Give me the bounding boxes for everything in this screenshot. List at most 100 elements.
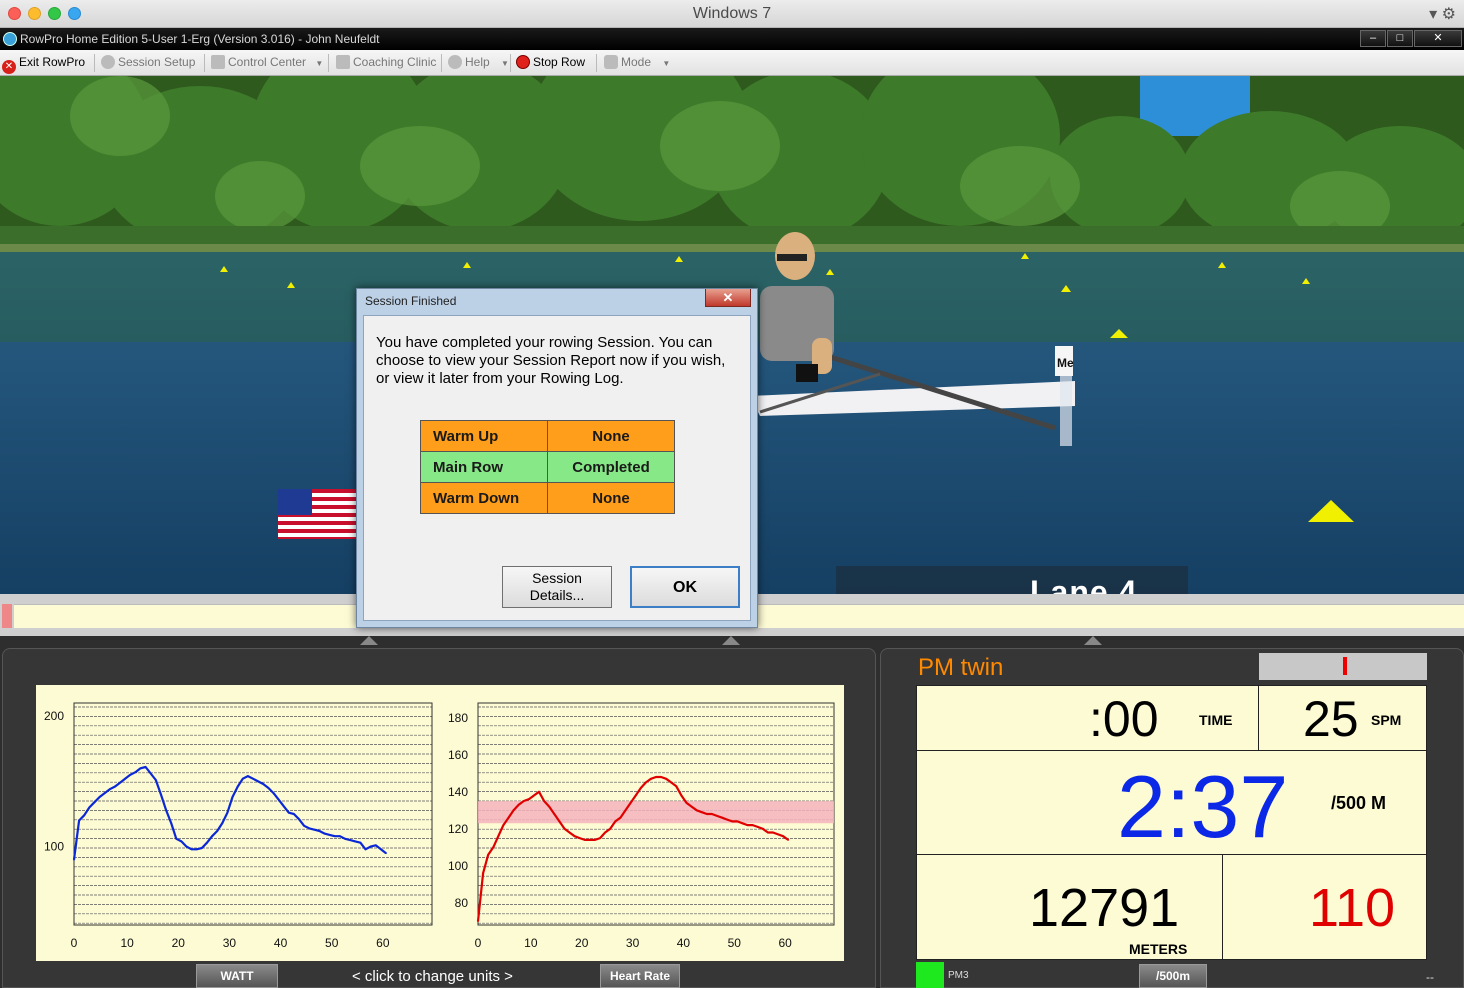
data-point bbox=[558, 820, 561, 823]
data-point bbox=[185, 845, 188, 848]
data-point bbox=[680, 794, 683, 797]
data-point bbox=[277, 798, 280, 801]
meters-cell: 12791 METERS bbox=[916, 854, 1223, 960]
data-point bbox=[124, 777, 127, 780]
mode-icon bbox=[604, 55, 618, 69]
x-tick-label: 60 bbox=[778, 936, 792, 950]
session-finished-dialog: Session Finished ✕ You have completed yo… bbox=[356, 288, 758, 628]
heart-rate-value: 110 bbox=[1309, 878, 1396, 938]
app-restore-button[interactable]: □ bbox=[1387, 30, 1413, 47]
performance-charts[interactable]: 100 200 0 10 20 30 40 50 60 80 100 120 140 160 180 0 10 2… bbox=[36, 685, 842, 961]
data-point bbox=[533, 794, 535, 797]
exit-rowpro-button[interactable]: ✕ Exit RowPro bbox=[2, 55, 85, 74]
spm-value: 25 bbox=[1303, 691, 1359, 747]
data-point bbox=[787, 839, 790, 841]
data-point bbox=[262, 783, 265, 785]
app-minimize-button[interactable]: – bbox=[1360, 30, 1386, 47]
data-point bbox=[675, 785, 678, 788]
data-point bbox=[751, 824, 754, 826]
data-point bbox=[160, 793, 162, 796]
y-tick-label: 200 bbox=[44, 709, 64, 723]
data-point bbox=[73, 858, 75, 861]
data-point bbox=[517, 803, 520, 806]
data-point bbox=[634, 794, 637, 797]
data-point bbox=[553, 813, 556, 815]
chevron-down-icon: ▼ bbox=[501, 59, 509, 68]
coaching-clinic-button[interactable]: Coaching Clinic bbox=[336, 55, 436, 69]
data-point bbox=[543, 800, 546, 802]
data-point bbox=[328, 833, 331, 836]
data-point bbox=[756, 826, 759, 828]
pace-label: /500 M bbox=[1331, 793, 1387, 813]
segment-status: None bbox=[547, 482, 675, 514]
data-point bbox=[665, 777, 668, 780]
pace-cell: 2:37 /500 M bbox=[916, 750, 1427, 855]
y-tick-label: 80 bbox=[455, 896, 469, 910]
data-point bbox=[318, 830, 321, 832]
data-point bbox=[134, 771, 137, 774]
panel-toggle-right[interactable] bbox=[1084, 636, 1102, 645]
data-point bbox=[573, 835, 576, 838]
table-row: Warm Down None bbox=[420, 482, 675, 514]
data-point bbox=[629, 802, 632, 804]
usa-flag bbox=[278, 489, 356, 539]
watt-units-button[interactable]: WATT bbox=[196, 964, 278, 988]
app-close-button[interactable]: ✕ bbox=[1414, 30, 1462, 47]
ok-button[interactable]: OK bbox=[630, 566, 740, 608]
stop-row-button[interactable]: Stop Row bbox=[516, 55, 585, 69]
data-point bbox=[144, 766, 147, 768]
change-units-hint[interactable]: < click to change units > bbox=[352, 968, 513, 985]
app-title: RowPro Home Edition 5-User 1-Erg (Versio… bbox=[20, 32, 380, 46]
data-point bbox=[241, 777, 244, 780]
settings-gear-icon[interactable]: ▾ ⚙ bbox=[1429, 4, 1456, 24]
data-point bbox=[364, 848, 367, 851]
x-tick-label: 0 bbox=[475, 936, 482, 950]
data-point bbox=[670, 781, 673, 784]
time-cell: :00 TIME bbox=[916, 685, 1259, 751]
data-point bbox=[578, 837, 581, 839]
data-point bbox=[492, 846, 495, 849]
x-tick-label: 0 bbox=[71, 936, 78, 950]
panel-toggle-middle[interactable] bbox=[722, 636, 740, 645]
data-point bbox=[190, 848, 193, 851]
segment-name: Warm Up bbox=[420, 420, 548, 452]
data-point bbox=[685, 802, 688, 804]
data-point bbox=[650, 777, 652, 780]
pace-units-button[interactable]: /500m bbox=[1139, 964, 1207, 988]
session-details-button[interactable]: Session Details... bbox=[502, 566, 612, 608]
dialog-close-button[interactable]: ✕ bbox=[705, 289, 751, 307]
data-point bbox=[644, 781, 647, 784]
exit-icon: ✕ bbox=[2, 60, 16, 74]
control-center-menu[interactable]: Control Center ▼ bbox=[211, 55, 323, 69]
data-point bbox=[114, 785, 116, 788]
data-point bbox=[93, 801, 96, 804]
plot-frame bbox=[73, 702, 433, 926]
mode-menu[interactable]: Mode ▼ bbox=[604, 55, 670, 69]
data-point bbox=[108, 788, 111, 791]
data-point bbox=[761, 827, 764, 830]
data-point bbox=[614, 820, 617, 823]
data-point bbox=[354, 840, 357, 843]
x-tick-label: 20 bbox=[172, 936, 186, 950]
spm-cell: 25 SPM bbox=[1258, 685, 1427, 751]
session-setup-button[interactable]: Session Setup bbox=[101, 55, 195, 69]
data-point bbox=[339, 835, 341, 838]
data-point bbox=[507, 816, 510, 819]
heart-rate-units-button[interactable]: Heart Rate bbox=[600, 964, 680, 988]
panel-toggle-left[interactable] bbox=[360, 636, 378, 645]
segment-status: Completed bbox=[547, 451, 675, 483]
data-point bbox=[522, 800, 525, 802]
help-menu[interactable]: Help ▼ bbox=[448, 55, 509, 69]
data-point bbox=[149, 772, 152, 775]
pm3-label: PM3 bbox=[948, 970, 969, 981]
x-tick-label: 30 bbox=[223, 936, 237, 950]
x-tick-label: 20 bbox=[575, 936, 589, 950]
data-point bbox=[604, 831, 607, 834]
host-title-bar: Windows 7 ▾ ⚙ bbox=[0, 0, 1464, 28]
coaching-clinic-icon bbox=[336, 55, 350, 69]
x-tick-label: 40 bbox=[677, 936, 691, 950]
table-row: Warm Up None bbox=[420, 420, 675, 452]
data-point bbox=[293, 813, 295, 815]
data-point bbox=[766, 831, 769, 834]
segment-name: Main Row bbox=[420, 451, 548, 483]
